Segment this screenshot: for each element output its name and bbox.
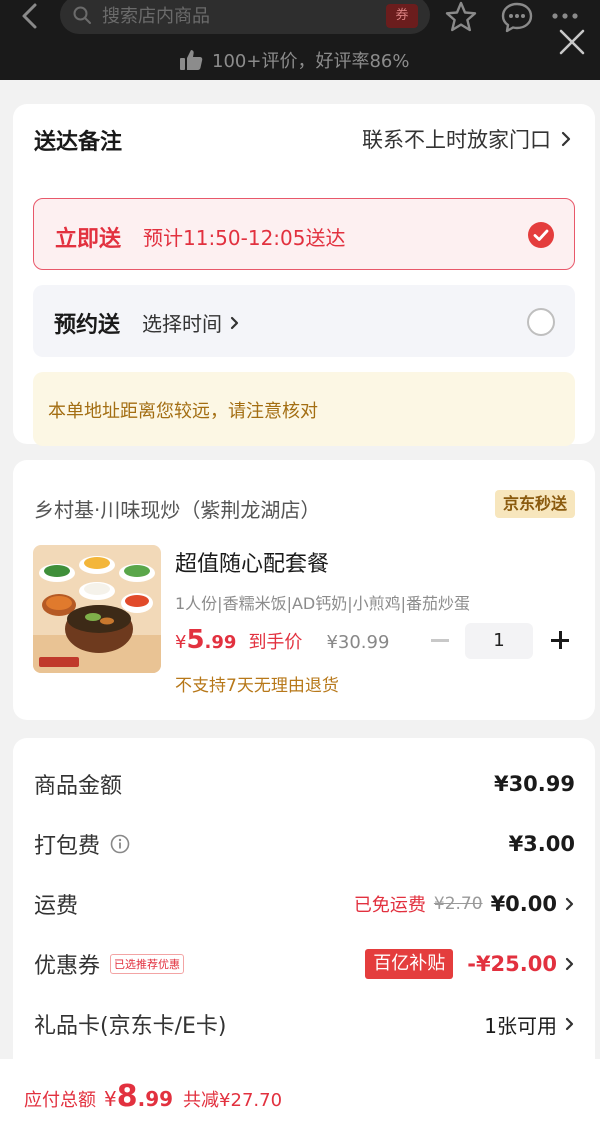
search-icon xyxy=(73,6,91,24)
checkout-footer: 应付总额 ¥ 8 .99 共减¥27.70 xyxy=(0,1059,600,1129)
deliver-now-title: 立即送 xyxy=(55,227,122,252)
final-price-tag: 到手价 xyxy=(248,632,303,653)
packing-fee-row: 打包费 ¥3.00 xyxy=(13,824,595,864)
price-decimal: .99 xyxy=(204,632,237,653)
dimmed-store-header: 搜索店内商品 券 100+评价，好评率86% xyxy=(0,0,600,80)
coupon-row[interactable]: 优惠券 已选推荐优惠 百亿补贴 -¥25.00 xyxy=(13,944,595,984)
total-integer: 8 xyxy=(116,1079,138,1114)
checked-icon[interactable] xyxy=(528,222,554,248)
chevron-right-icon xyxy=(230,316,239,329)
select-time-label: 选择时间 xyxy=(142,312,222,336)
chevron-right-icon xyxy=(565,1017,574,1031)
plus-icon-vertical xyxy=(558,631,562,649)
price-currency: ¥ xyxy=(175,632,187,653)
total-amount: 应付总额 ¥ 8 .99 共减¥27.70 xyxy=(24,1079,282,1114)
decrease-button[interactable] xyxy=(431,639,449,642)
gift-card-label: 礼品卡(京东卡/E卡) xyxy=(34,1014,227,1039)
address-warning: 本单地址距离您较远，请注意核对 xyxy=(33,372,575,446)
info-icon[interactable] xyxy=(110,834,130,854)
gift-card-row[interactable]: 礼品卡(京东卡/E卡) 1张可用 xyxy=(13,1004,595,1044)
shipping-fee-value: ¥0.00 xyxy=(490,892,557,916)
select-time-link[interactable]: 选择时间 xyxy=(142,308,240,337)
rating-text: 100+评价，好评率86% xyxy=(212,51,410,72)
chevron-right-icon xyxy=(565,957,574,971)
coupon-icon[interactable]: 券 xyxy=(386,4,418,28)
store-name: 乡村基·川味现炒（紫荆龙湖店） xyxy=(34,498,321,522)
product-name: 超值随心配套餐 xyxy=(175,552,330,577)
price-integer: 5 xyxy=(186,625,205,655)
product-price: ¥ 5 .99 到手价 ¥30.99 xyxy=(175,625,389,659)
store-rating: 100+评价，好评率86% xyxy=(178,44,409,76)
store-card: 乡村基·川味现炒（紫荆龙湖店） 京东秒送 超值随心配套餐 1人份|香糯米饭|AD… xyxy=(13,460,595,720)
recommended-coupon-tag: 已选推荐优惠 xyxy=(110,954,185,974)
subtotal-label: 商品金额 xyxy=(34,774,123,799)
delivery-note-value: 联系不上时放家门口 xyxy=(362,128,551,152)
unchecked-icon[interactable] xyxy=(527,308,555,336)
scheduled-delivery-title: 预约送 xyxy=(54,313,121,338)
total-label: 应付总额 xyxy=(24,1090,96,1111)
product-description: 1人份|香糯米饭|AD钙奶|小煎鸡|番茄炒蛋 xyxy=(175,594,471,613)
deliver-now-eta: 预计11:50-12:05送达 xyxy=(143,226,346,250)
free-shipping-label: 已免运费 xyxy=(353,895,426,916)
original-price: ¥30.99 xyxy=(326,632,390,653)
return-policy-note: 不支持7天无理由退货 xyxy=(175,676,339,696)
subtotal-value: ¥30.99 xyxy=(493,772,575,796)
subsidy-badge: 百亿补贴 xyxy=(365,949,454,979)
search-placeholder: 搜索店内商品 xyxy=(102,6,210,27)
quantity-stepper: 1 xyxy=(427,623,587,659)
shipping-fee-label: 运费 xyxy=(34,894,79,919)
packing-fee-value: ¥3.00 xyxy=(508,832,575,856)
quantity-value[interactable]: 1 xyxy=(465,623,533,659)
store-search-bar[interactable]: 搜索店内商品 xyxy=(60,0,430,34)
close-icon[interactable] xyxy=(556,26,588,58)
checkout-sheet: 送达备注 联系不上时放家门口 立即送 预计11:50-12:05送达 预约送 选… xyxy=(0,80,600,1129)
subtotal-row: 商品金额 ¥30.99 xyxy=(13,764,595,804)
total-saved: 共减¥27.70 xyxy=(183,1090,283,1111)
packing-fee-label: 打包费 xyxy=(34,834,101,859)
star-icon[interactable] xyxy=(444,0,478,34)
store-badge: 京东秒送 xyxy=(494,490,575,518)
scheduled-delivery-option[interactable]: 预约送 选择时间 xyxy=(33,285,575,357)
delivery-note-selector[interactable]: 联系不上时放家门口 xyxy=(362,124,571,154)
original-shipping-fee: ¥2.70 xyxy=(433,894,483,914)
total-decimal: .99 xyxy=(137,1087,174,1111)
coupon-label: 优惠券 xyxy=(34,954,101,979)
fee-summary-card: 商品金额 ¥30.99 打包费 ¥3.00 运费 已免运费 ¥2.70 ¥0.0… xyxy=(13,738,595,1098)
thumbs-up-icon xyxy=(180,50,203,70)
total-currency: ¥ xyxy=(104,1087,117,1111)
message-icon[interactable] xyxy=(500,0,534,34)
address-warning-text: 本单地址距离您较远，请注意核对 xyxy=(48,401,318,422)
back-arrow-icon[interactable] xyxy=(16,2,46,32)
chevron-right-icon xyxy=(561,131,571,147)
shipping-fee-row[interactable]: 运费 已免运费 ¥2.70 ¥0.00 xyxy=(13,884,595,924)
deliver-now-option[interactable]: 立即送 预计11:50-12:05送达 xyxy=(33,198,575,270)
product-image[interactable] xyxy=(33,545,161,673)
delivery-card: 送达备注 联系不上时放家门口 立即送 预计11:50-12:05送达 预约送 选… xyxy=(13,104,595,446)
coupon-discount-value: -¥25.00 xyxy=(467,952,557,976)
delivery-note-label: 送达备注 xyxy=(34,130,123,155)
chevron-right-icon xyxy=(565,897,574,911)
gift-card-availability: 1张可用 xyxy=(484,1013,557,1038)
